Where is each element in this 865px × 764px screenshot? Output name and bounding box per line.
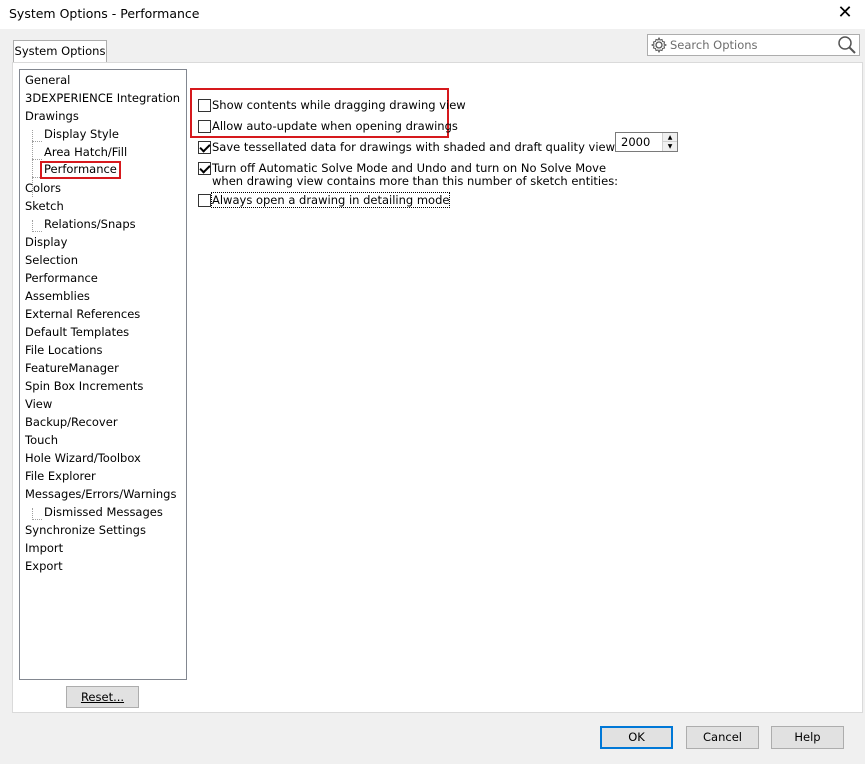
sketch-entities-spinbox[interactable]: 2000 ▲ ▼ [615,132,678,152]
sketch-entities-value[interactable]: 2000 [621,135,650,149]
tree-item[interactable]: Touch [25,432,58,448]
dialog-client-area: System Options Search Options General 3DE… [0,29,865,764]
tree-item[interactable]: Assemblies [25,288,90,304]
turn-off-solve-label-line1[interactable]: Turn off Automatic Solve Mode and Undo a… [212,161,606,175]
tree-connector [32,141,42,142]
tree-item[interactable]: Spin Box Increments [25,378,143,394]
cancel-button[interactable]: Cancel [686,726,759,749]
turn-off-solve-checkbox[interactable] [198,162,211,175]
spin-up-icon[interactable]: ▲ [663,133,677,142]
close-button[interactable]: ✕ [831,2,859,26]
tree-connector [32,231,42,232]
tab-label: System Options [14,44,106,58]
spin-arrows[interactable]: ▲ ▼ [662,133,677,151]
close-icon: ✕ [837,2,853,23]
options-tree[interactable]: General 3DEXPERIENCE Integration Drawings D… [19,69,187,680]
tree-item[interactable]: 3DEXPERIENCE Integration [25,90,180,106]
tree-item[interactable]: FeatureManager [25,360,119,376]
tree-connector [32,519,42,520]
tree-item[interactable]: Colors [25,180,61,196]
tree-item[interactable]: Display Style [44,126,119,142]
tree-connector [32,177,40,178]
window-title: System Options - Performance [9,6,200,21]
tree-item[interactable]: File Explorer [25,468,96,484]
tree-connector [32,159,42,160]
tree-item[interactable]: View [25,396,52,412]
tree-item[interactable]: External References [25,306,140,322]
tree-item[interactable]: Hole Wizard/Toolbox [25,450,141,466]
tree-item[interactable]: Sketch [25,198,64,214]
tree-item[interactable]: Drawings [25,108,79,124]
tree-item[interactable]: Backup/Recover [25,414,118,430]
show-contents-label[interactable]: Show contents while dragging drawing vie… [212,98,466,112]
reset-label: Reset... [80,690,125,704]
always-detailing-label[interactable]: Always open a drawing in detailing mode [210,192,451,208]
tree-item[interactable]: Synchronize Settings [25,522,146,538]
tab-panel: General 3DEXPERIENCE Integration Drawings D… [12,62,863,713]
tree-item[interactable]: Performance [25,270,98,286]
tab-system-options[interactable]: System Options [13,40,107,63]
turn-off-solve-label-line2[interactable]: when drawing view contains more than thi… [212,174,618,188]
tree-item[interactable]: General [25,72,70,88]
auto-update-checkbox[interactable] [198,120,211,133]
tree-item[interactable]: Messages/Errors/Warnings [25,486,176,502]
search-input[interactable]: Search Options [670,38,758,52]
tree-item[interactable]: Relations/Snaps [44,216,136,232]
gear-icon[interactable] [650,36,668,54]
tree-item[interactable]: Default Templates [25,324,129,340]
cancel-label: Cancel [703,730,742,744]
help-label: Help [794,730,821,744]
show-contents-checkbox[interactable] [198,99,211,112]
reset-button[interactable]: Reset... [66,686,139,708]
help-button[interactable]: Help [771,726,844,749]
tree-item[interactable]: Display [25,234,67,250]
search-options-box[interactable]: Search Options [647,34,860,56]
tree-item[interactable]: Dismissed Messages [44,504,163,520]
tree-item[interactable]: Selection [25,252,78,268]
spin-down-icon[interactable]: ▼ [663,142,677,151]
tree-item[interactable]: Performance [40,161,121,179]
tree-item[interactable]: File Locations [25,342,103,358]
save-tessellated-checkbox[interactable] [198,141,211,154]
save-tessellated-label[interactable]: Save tessellated data for drawings with … [212,140,621,154]
auto-update-label[interactable]: Allow auto-update when opening drawings [212,119,458,133]
ok-label: OK [628,730,645,744]
search-icon[interactable] [837,35,857,55]
always-detailing-checkbox[interactable] [198,194,211,207]
tree-item[interactable]: Export [25,558,63,574]
title-bar: System Options - Performance ✕ [0,0,865,29]
ok-button[interactable]: OK [600,726,673,749]
tree-item[interactable]: Area Hatch/Fill [44,144,127,160]
tree-item[interactable]: Import [25,540,63,556]
